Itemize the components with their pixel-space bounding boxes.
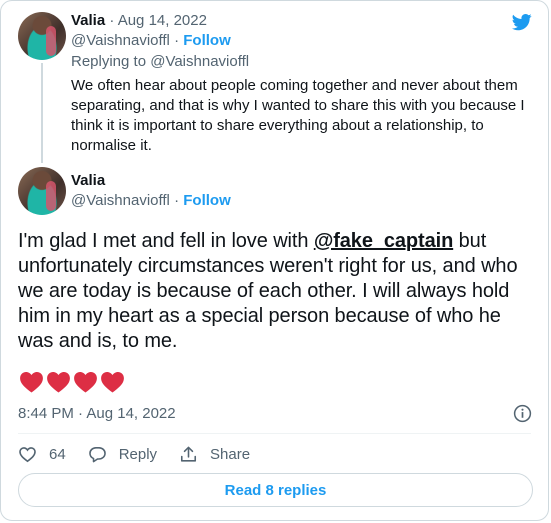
avatar[interactable] xyxy=(18,12,66,60)
heart-outline-icon xyxy=(19,447,36,463)
author-name[interactable]: Valia xyxy=(71,172,105,189)
replying-to-label: Replying to xyxy=(71,53,151,70)
main-author-row: Valia xyxy=(71,172,105,189)
reply-tweet-text: We often hear about people coming togeth… xyxy=(71,77,525,154)
heart-emoji-row xyxy=(19,371,125,393)
separator-dot: · xyxy=(174,192,180,209)
red-heart-emoji-icon xyxy=(74,372,97,393)
divider xyxy=(18,433,531,434)
red-heart-emoji-icon xyxy=(101,372,124,393)
thread-connector-line xyxy=(41,63,43,163)
red-heart-emoji-icon xyxy=(47,372,70,393)
main-tweet-text: I'm glad I met and fell in love with @fa… xyxy=(18,229,533,354)
author-handle[interactable]: @Vaishnavioffl xyxy=(71,192,170,209)
share-upload-icon xyxy=(181,446,197,462)
separator-dot: · xyxy=(174,32,180,49)
replying-to-row: Replying to @Vaishnavioffl xyxy=(71,53,249,70)
twitter-bird-icon[interactable] xyxy=(510,12,534,32)
like-button[interactable]: 64 xyxy=(18,445,66,464)
main-handle-row: @Vaishnavioffl · Follow xyxy=(71,192,231,209)
speech-bubble-icon xyxy=(88,446,106,463)
reply-button[interactable]: Reply xyxy=(88,445,157,464)
reply-handle-row: @Vaishnavioffl · Follow xyxy=(71,32,231,49)
red-heart-emoji-icon xyxy=(20,372,43,393)
avatar[interactable] xyxy=(18,167,66,215)
author-handle[interactable]: @Vaishnavioffl xyxy=(71,32,170,49)
follow-button[interactable]: Follow xyxy=(183,192,231,209)
tweet-timestamp[interactable]: 8:44 PM · Aug 14, 2022 xyxy=(18,405,176,422)
tweet-text-start: I'm glad I met and fell in love with xyxy=(18,230,314,252)
follow-button[interactable]: Follow xyxy=(183,32,231,49)
mention-link[interactable]: @fake_captain xyxy=(314,230,453,252)
tweet-embed-card: Valia · Aug 14, 2022 @Vaishnavioffl · Fo… xyxy=(0,0,549,521)
replying-to-handle[interactable]: @Vaishnavioffl xyxy=(150,53,249,70)
reply-label: Reply xyxy=(118,446,158,463)
like-count: 64 xyxy=(49,446,66,463)
share-button[interactable]: Share xyxy=(179,445,250,464)
read-replies-button[interactable]: Read 8 replies xyxy=(18,473,533,507)
share-label: Share xyxy=(210,446,251,463)
tweet-actions-bar: 64 Reply Share xyxy=(18,445,272,464)
author-name[interactable]: Valia xyxy=(71,12,105,29)
reply-author-row: Valia · Aug 14, 2022 xyxy=(71,12,207,29)
tweet-date[interactable]: · Aug 14, 2022 xyxy=(109,12,207,29)
info-icon[interactable] xyxy=(513,404,532,423)
